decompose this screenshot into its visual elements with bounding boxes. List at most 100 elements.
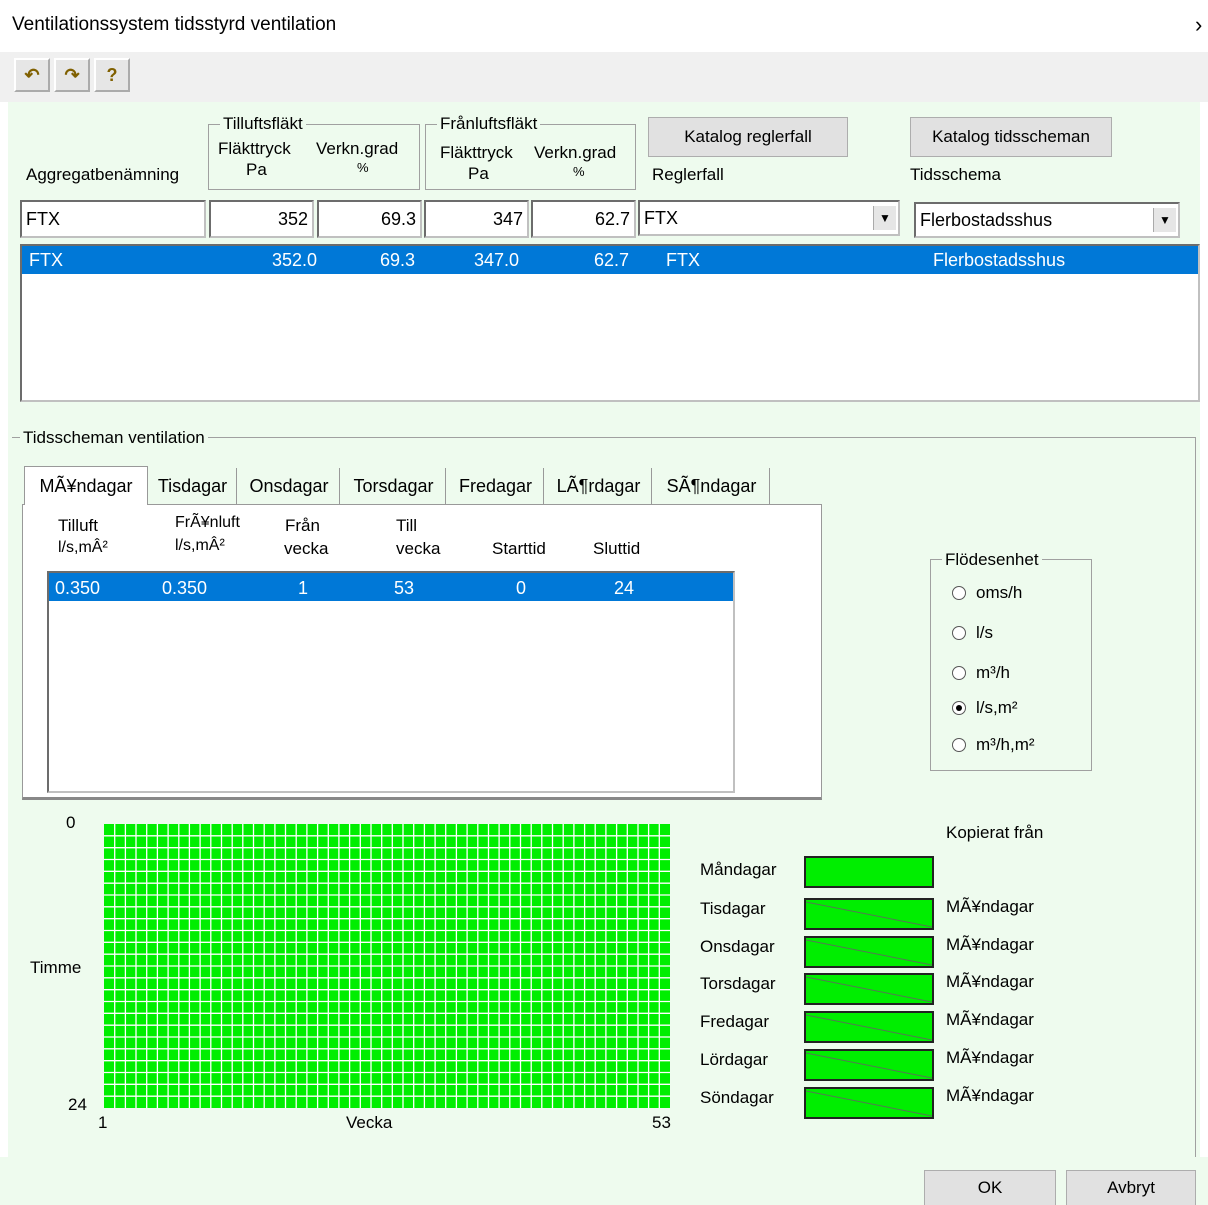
row-tilluft: 0.350 [55,578,101,598]
day-schedule-preview[interactable] [804,898,934,930]
undo-icon: ↶ [24,64,40,85]
tab-mandagar[interactable]: MÃ¥ndagar [24,466,148,506]
redo-icon: ↷ [64,64,80,85]
day-schedule-preview[interactable] [804,1011,934,1043]
day-schedule-preview[interactable] [804,936,934,968]
exhaust-eff-input[interactable]: 62.7 [531,200,636,238]
control-label: Reglerfall [652,165,724,184]
grid-x-label: Vecka [346,1113,393,1132]
tilluft-eff-label: Verkn.grad [316,139,399,158]
col-tilluft-l1: Tilluft [58,516,98,535]
row-start: 0 [516,578,527,598]
day-schedule-preview[interactable] [804,1049,934,1081]
radio-button[interactable] [952,738,966,752]
day-schedule-preview[interactable] [804,1087,934,1119]
agg-schedule: Flerbostadsshus [933,250,1066,270]
radio-button[interactable] [952,701,966,715]
row-slut: 24 [614,578,635,598]
grid-y-top: 0 [66,813,76,832]
radio-button[interactable] [952,586,966,600]
catalog-schedule-button[interactable]: Katalog tidsscheman [910,117,1112,157]
day-schedule-preview[interactable] [804,973,934,1005]
schedule-select[interactable]: Flerbostadsshus ▼ [914,202,1180,238]
day-label: Måndagar [700,860,777,879]
catalog-control-button[interactable]: Katalog reglerfall [648,117,848,157]
tilluft-pct-unit: % [357,160,369,175]
tab-fredagar[interactable]: Fredagar [448,468,544,504]
agg-supply-pressure: 352.0 [272,250,318,270]
col-tilluft-l2: l/s,mÂ² [58,539,108,556]
grid-x-left: 1 [98,1113,108,1132]
radio-selected-dot [956,705,962,711]
aggregate-list[interactable]: FTX 352.0 69.3 347.0 62.7 FTX Flerbostad… [20,244,1200,402]
grid-y-bottom: 24 [68,1095,87,1114]
aggregat-label: Aggregatbenämning [26,165,180,184]
flow-unit-label: m³/h [976,663,1010,682]
tab-sondagar[interactable]: SÃ¶ndagar [654,468,770,504]
flow-unit-option[interactable]: oms/h [952,583,1022,603]
tab-onsdagar[interactable]: Onsdagar [239,468,340,504]
supply-pressure-input[interactable]: 352 [209,200,314,238]
flow-unit-option[interactable]: l/s [952,623,993,643]
cancel-button[interactable]: Avbryt [1066,1170,1196,1205]
help-button[interactable]: ? [94,58,130,92]
schedule-grid[interactable] [104,824,670,1108]
day-label: Söndagar [700,1088,774,1107]
day-label: Lördagar [700,1050,769,1069]
radio-button[interactable] [952,666,966,680]
control-select[interactable]: FTX ▼ [638,200,900,236]
row-franluft: 0.350 [162,578,208,598]
agg-exhaust-pressure: 347.0 [474,250,520,270]
exhaust-pressure-input[interactable]: 347 [424,200,529,238]
tilluft-group-title: Tilluftsfläkt [220,114,306,134]
grid-svg [104,824,670,1108]
chevron-down-icon[interactable]: ▼ [1153,208,1176,232]
tab-lordagar[interactable]: LÃ¶rdagar [546,468,652,504]
undo-button[interactable]: ↶ [14,58,50,92]
franluft-pa-unit: Pa [468,164,489,183]
toolbar [0,52,1208,102]
col-franluft-l2: l/s,mÂ² [175,537,225,554]
supply-eff-input[interactable]: 69.3 [317,200,422,238]
tilluft-pressure-label: Fläkttryck [218,139,291,158]
franluft-eff-label: Verkn.grad [534,143,617,162]
flow-unit-option[interactable]: m³/h,m² [952,735,1035,755]
grid-x-right: 53 [652,1113,671,1132]
ok-button[interactable]: OK [924,1170,1056,1205]
day-label: Tisdagar [700,899,766,918]
schedule-select-value: Flerbostadsshus [920,209,1053,230]
flow-unit-title: Flödesenhet [942,550,1042,570]
col-till-l1: Till [396,516,418,535]
tilluft-pa-unit: Pa [246,160,267,179]
window-title: Ventilationssystem tidsstyrd ventilation [12,14,337,35]
schedule-row[interactable]: 0.350 0.350 1 53 0 24 [49,573,733,601]
radio-button[interactable] [952,626,966,640]
chevron-down-icon[interactable]: ▼ [873,206,896,230]
copied-from-label: MÃ¥ndagar [946,972,1034,991]
agg-name: FTX [29,250,63,270]
col-franluft-l1: FrÃ¥nluft [175,514,240,531]
agg-exhaust-eff: 62.7 [594,250,630,270]
agg-supply-eff: 69.3 [380,250,416,270]
flow-unit-label: l/s,m² [976,698,1018,717]
day-label: Torsdagar [700,974,776,993]
flow-unit-option[interactable]: m³/h [952,663,1010,683]
redo-button[interactable]: ↷ [54,58,90,92]
day-schedule-preview[interactable] [804,856,934,888]
copied-from-label: MÃ¥ndagar [946,935,1034,954]
aggregate-row[interactable]: FTX 352.0 69.3 347.0 62.7 FTX Flerbostad… [22,246,1198,274]
help-icon: ? [106,64,118,85]
tab-torsdagar[interactable]: Torsdagar [342,468,446,504]
franluft-pressure-label: Fläkttryck [440,143,513,162]
schedule-group-title: Tidsscheman ventilation [20,428,208,448]
close-icon[interactable]: › [1195,12,1202,38]
row-till: 53 [394,578,415,598]
schedule-list[interactable]: 0.350 0.350 1 53 0 24 [47,571,735,793]
grid-y-label: Timme [30,958,82,977]
control-select-value: FTX [644,207,678,228]
tab-tisdagar[interactable]: Tisdagar [149,468,237,504]
name-input[interactable]: FTX [20,200,206,238]
row-fran: 1 [298,578,309,598]
copied-title: Kopierat från [946,823,1044,842]
flow-unit-option[interactable]: l/s,m² [952,698,1018,718]
